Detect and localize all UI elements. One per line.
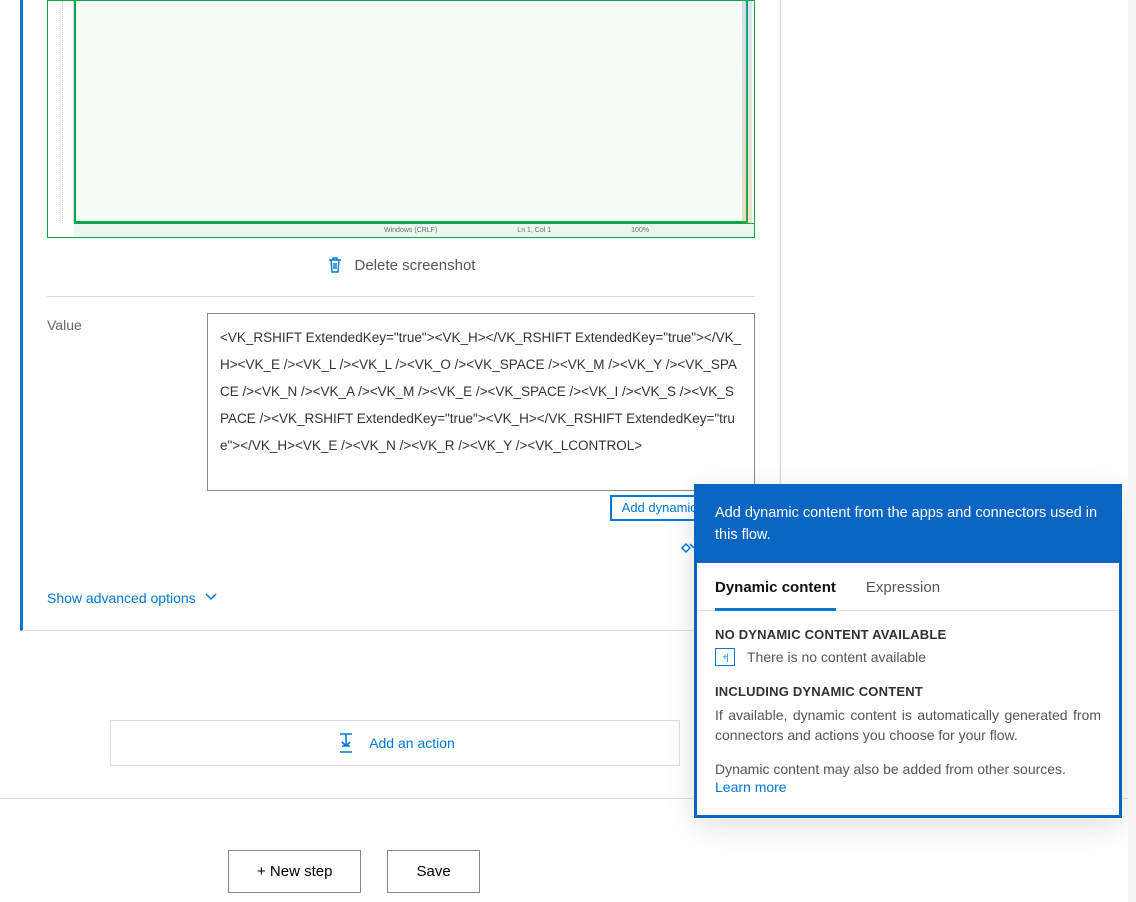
dynamic-content-popover: Add dynamic content from the apps and co…	[694, 484, 1122, 818]
value-text: <VK_RSHIFT ExtendedKey="true"><VK_H></VK…	[220, 330, 741, 453]
including-desc2: Dynamic content may also be added from o…	[715, 759, 1101, 779]
popover-tabs: Dynamic content Expression	[697, 563, 1119, 611]
status-cursor: Ln 1, Col 1	[517, 227, 551, 234]
new-step-button[interactable]: + New step	[228, 850, 361, 893]
no-dynamic-row: +| There is no content available	[715, 648, 1101, 666]
status-encoding: Windows (CRLF)	[384, 227, 437, 234]
screenshot-preview[interactable]: Windows (CRLF) Ln 1, Col 1 100%	[47, 0, 755, 238]
no-dynamic-title: NO DYNAMIC CONTENT AVAILABLE	[715, 627, 1101, 642]
value-input[interactable]: <VK_RSHIFT ExtendedKey="true"><VK_H></VK…	[207, 313, 755, 491]
add-action-button[interactable]: Add an action	[110, 720, 680, 766]
bottom-buttons: + New step Save	[228, 850, 480, 893]
chevron-down-icon	[204, 592, 218, 602]
tab-expression[interactable]: Expression	[866, 579, 940, 610]
show-advanced-options[interactable]: Show advanced options	[47, 590, 755, 606]
dynamic-badge-icon: +|	[715, 648, 735, 666]
step-card: Windows (CRLF) Ln 1, Col 1 100% Delete s…	[20, 0, 780, 631]
edit-code-button[interactable]: Edit co	[23, 539, 779, 556]
popover-connector	[695, 493, 781, 499]
status-zoom: 100%	[631, 227, 649, 234]
no-dynamic-text: There is no content available	[747, 649, 926, 665]
screenshot-gutter	[48, 1, 74, 223]
including-desc: If available, dynamic content is automat…	[715, 705, 1101, 746]
screenshot-right-strip	[742, 1, 752, 223]
screenshot-statusbar: Windows (CRLF) Ln 1, Col 1 100%	[74, 223, 754, 237]
value-label: Value	[47, 313, 207, 491]
popover-body: NO DYNAMIC CONTENT AVAILABLE +| There is…	[697, 611, 1119, 816]
show-adv-label: Show advanced options	[47, 590, 196, 606]
trash-icon	[327, 256, 343, 274]
learn-more-link[interactable]: Learn more	[715, 779, 1101, 795]
value-row: Value <VK_RSHIFT ExtendedKey="true"><VK_…	[23, 297, 779, 491]
delete-screenshot-button[interactable]: Delete screenshot	[23, 256, 779, 274]
tab-dynamic-content[interactable]: Dynamic content	[715, 579, 836, 611]
add-action-label: Add an action	[369, 735, 455, 751]
add-action-icon	[335, 732, 357, 754]
including-title: INCLUDING DYNAMIC CONTENT	[715, 684, 1101, 699]
delete-label: Delete screenshot	[355, 257, 476, 274]
screenshot-inner	[74, 1, 748, 223]
save-button[interactable]: Save	[387, 850, 479, 893]
scrollbar[interactable]	[1128, 0, 1136, 902]
